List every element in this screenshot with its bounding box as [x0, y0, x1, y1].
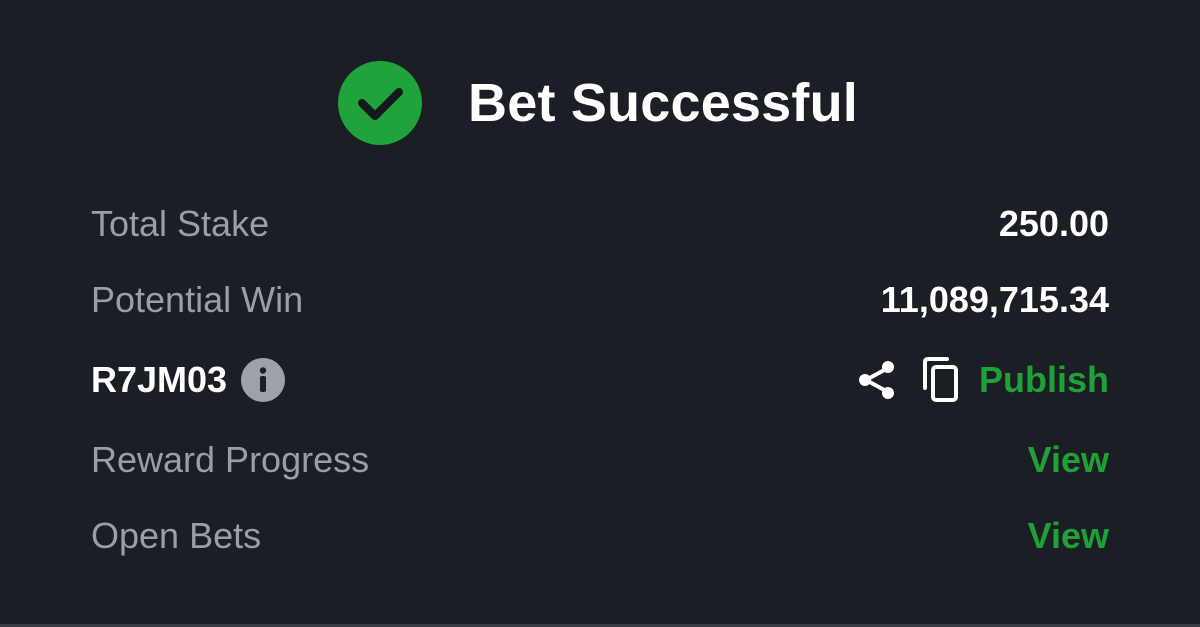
copy-icon[interactable]	[919, 356, 963, 404]
checkmark-circle-bg	[338, 61, 423, 145]
potential-win-row: Potential Win 11,089,715.34	[91, 270, 1109, 330]
booking-code-row: R7JM03 Publish	[91, 350, 1109, 410]
reward-progress-view-link[interactable]: View	[1028, 439, 1109, 481]
open-bets-view-link[interactable]: View	[1028, 515, 1109, 557]
total-stake-value: 250.00	[998, 203, 1109, 244]
booking-actions: Publish	[855, 356, 1109, 404]
booking-code: R7JM03	[91, 359, 228, 400]
publish-link[interactable]: Publish	[979, 359, 1109, 401]
booking-code-group: R7JM03	[91, 358, 286, 402]
info-icon[interactable]	[241, 358, 286, 402]
potential-win-label: Potential Win	[91, 279, 304, 320]
open-bets-row: Open Bets View	[91, 506, 1109, 566]
total-stake-row: Total Stake 250.00	[91, 194, 1109, 254]
open-bets-label: Open Bets	[91, 515, 262, 556]
page-title: Bet Successful	[468, 73, 858, 133]
share-icon[interactable]	[855, 358, 899, 402]
total-stake-label: Total Stake	[91, 203, 270, 244]
potential-win-value: 11,089,715.34	[880, 279, 1109, 320]
checkmark-circle-icon	[338, 61, 423, 145]
reward-progress-row: Reward Progress View	[91, 430, 1109, 490]
success-header: Bet Successful	[0, 58, 1200, 148]
reward-progress-label: Reward Progress	[91, 439, 370, 480]
